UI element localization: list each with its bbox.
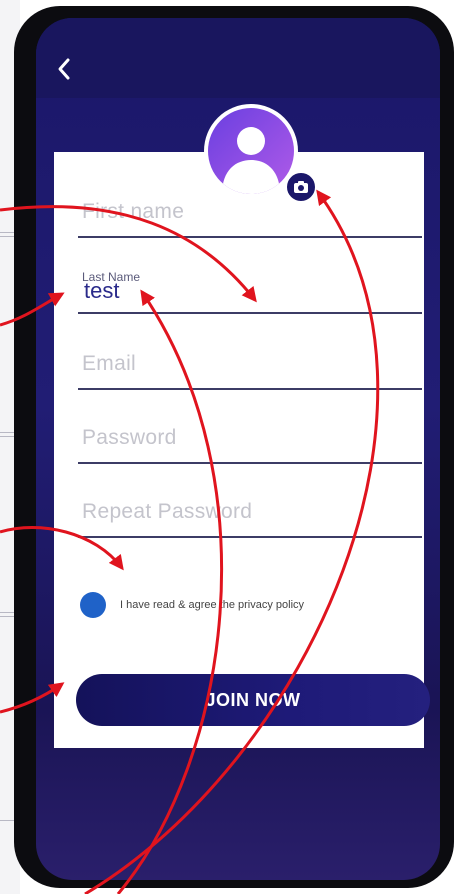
avatar bbox=[208, 108, 294, 194]
first-name-placeholder: First name bbox=[82, 200, 185, 223]
signup-card: First name Last Name test Email Password… bbox=[54, 152, 424, 748]
email-placeholder: Email bbox=[82, 352, 137, 375]
chevron-left-icon bbox=[58, 58, 70, 80]
privacy-policy-text: I have read & agree the privacy policy bbox=[120, 599, 305, 611]
repeat-password-field[interactable]: Repeat Password bbox=[78, 476, 422, 538]
email-field[interactable]: Email bbox=[78, 328, 422, 390]
back-button[interactable] bbox=[50, 54, 80, 84]
camera-icon bbox=[294, 181, 308, 193]
header-band bbox=[36, 18, 440, 98]
signup-screen: First name Last Name test Email Password… bbox=[36, 18, 440, 880]
change-photo-button[interactable] bbox=[284, 170, 318, 204]
repeat-password-placeholder: Repeat Password bbox=[82, 500, 253, 523]
phone-frame: First name Last Name test Email Password… bbox=[14, 6, 454, 888]
user-avatar-icon bbox=[222, 127, 280, 194]
last-name-value: test bbox=[84, 278, 120, 303]
password-field[interactable]: Password bbox=[78, 402, 422, 464]
password-placeholder: Password bbox=[82, 426, 177, 449]
join-now-button[interactable]: JOIN NOW bbox=[76, 674, 430, 726]
privacy-checkbox[interactable] bbox=[80, 592, 106, 618]
last-name-field[interactable]: Last Name test bbox=[78, 252, 422, 314]
